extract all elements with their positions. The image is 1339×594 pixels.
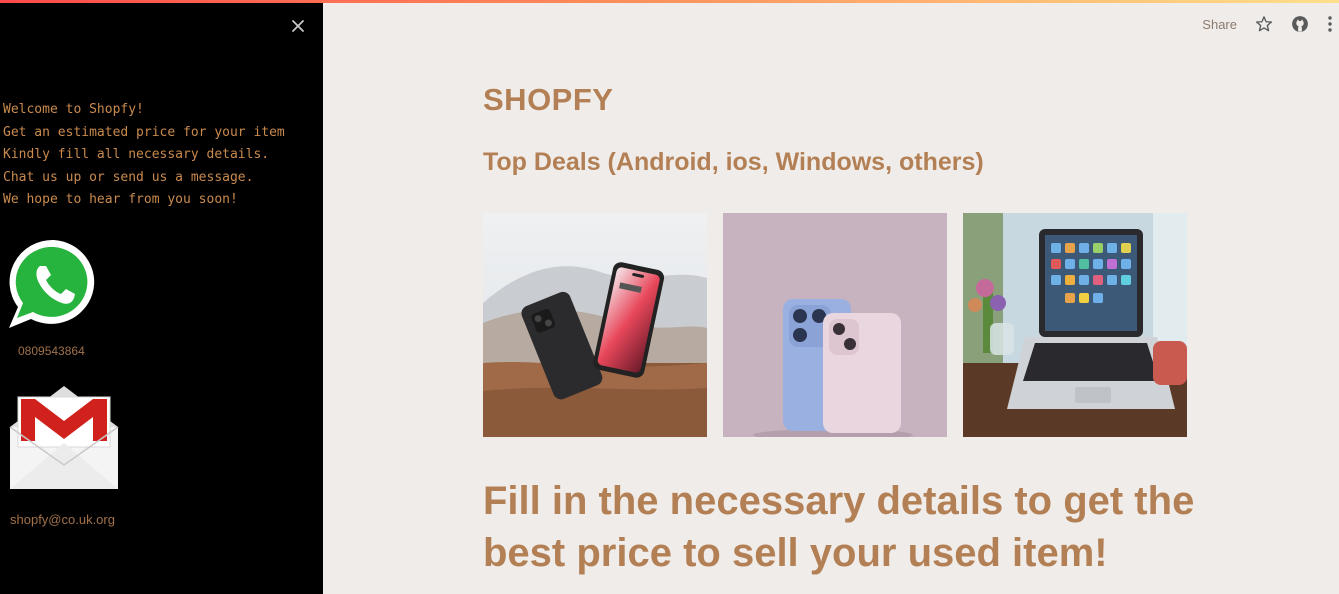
sidebar-line: Get an estimated price for your item <box>3 124 285 140</box>
sidebar-line: Welcome to Shopfy! <box>3 102 144 117</box>
sidebar-line: Kindly fill all necessary details. <box>3 147 270 162</box>
sidebar-welcome-text: Welcome to Shopfy! Get an estimated pric… <box>3 99 285 212</box>
gmail-icon[interactable] <box>7 383 121 491</box>
share-button[interactable]: Share <box>1202 17 1237 32</box>
close-sidebar-button[interactable] <box>288 16 308 36</box>
iphones-image <box>723 213 947 437</box>
fill-details-heading: Fill in the necessary details to get the… <box>483 479 1195 575</box>
phone-number: 0809543864 <box>18 344 85 358</box>
sidebar-line: Chat us up or send us a message. <box>3 169 254 185</box>
android-phones-image <box>483 213 707 437</box>
top-deals-heading: Top Deals (Android, ios, Windows, others… <box>483 148 984 176</box>
header-decoration-stripe <box>0 0 1339 3</box>
laptop-image <box>963 213 1187 437</box>
main-menu-icon[interactable] <box>1327 15 1333 33</box>
whatsapp-icon[interactable] <box>5 236 103 332</box>
sidebar: Welcome to Shopfy! Get an estimated pric… <box>0 0 323 594</box>
page-title: SHOPFY <box>483 82 614 117</box>
star-icon[interactable] <box>1255 15 1273 33</box>
sidebar-line: We hope to hear from you soon! <box>3 192 238 207</box>
github-icon[interactable] <box>1291 15 1309 33</box>
close-icon <box>292 20 304 32</box>
app-toolbar: Share <box>1202 12 1339 36</box>
email-address: shopfy@co.uk.org <box>10 512 115 527</box>
